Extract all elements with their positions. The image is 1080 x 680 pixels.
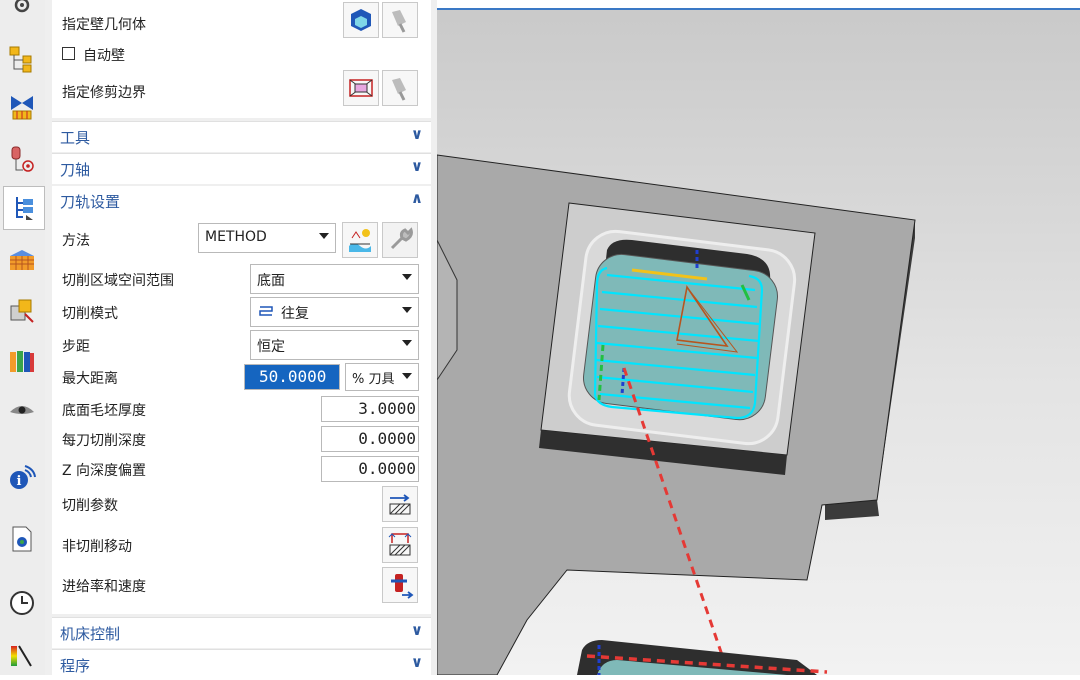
dropdown-arrow-icon [402,340,412,346]
graphics-viewport[interactable] [437,0,1080,675]
stepover-value: 恒定 [257,339,285,355]
wall-geometry-label: 指定壁几何体 [62,17,146,33]
program-section-header[interactable]: 程序 ∨ [52,649,431,680]
chevron-down-icon: ∨ [410,653,423,671]
wall-geometry-icon [351,9,371,31]
non-cutting-moves-icon [388,533,412,556]
flashlight-icon [392,10,406,33]
color-palette-icon[interactable] [4,638,40,672]
show-trim-boundary-button[interactable] [382,70,418,106]
non-cutting-moves-label: 非切削移动 [62,539,132,555]
chevron-down-icon: ∨ [410,621,423,639]
show-wall-geometry-button[interactable] [382,2,418,38]
cutting-parameters-icon [389,494,411,515]
trim-boundary-label: 指定修剪边界 [62,85,146,101]
cut-region-label: 切削区域空间范围 [62,273,174,289]
method-value: METHOD [205,229,267,245]
zigzag-icon [259,305,273,323]
chevron-down-icon: ∨ [410,157,423,175]
floor-blank-thickness-label: 底面毛坯厚度 [62,403,146,419]
cutting-parameters-button[interactable] [382,486,418,522]
specify-wall-geometry-button[interactable] [343,2,379,38]
info-icon[interactable]: i [4,460,40,494]
pallet-icon[interactable] [4,244,40,278]
path-settings-section-header[interactable]: 刀轨设置 ∧ [52,186,431,216]
auto-wall-label: 自动壁 [83,48,125,64]
cut-pattern-select[interactable]: 往复 [250,297,419,327]
cut-pattern-label: 切削模式 [62,306,118,322]
depth-per-cut-label: 每刀切削深度 [62,433,146,449]
specify-trim-boundary-button[interactable] [343,70,379,106]
max-distance-input[interactable]: 50.0000 [244,364,340,390]
cut-region-select[interactable]: 底面 [250,264,419,294]
tool-axis-section-header[interactable]: 刀轴 ∨ [52,153,431,184]
visualization-icon[interactable] [4,392,40,426]
auto-wall-checkbox[interactable] [62,47,75,60]
method-label: 方法 [62,233,90,249]
part-navigator-icon[interactable] [4,42,40,76]
stepover-select[interactable]: 恒定 [250,330,419,360]
library-icon[interactable] [4,344,40,378]
part-model [437,154,916,675]
trim-boundary-icon [349,79,373,97]
dropdown-arrow-icon [402,373,412,379]
tool-axis-header-label: 刀轴 [60,161,91,179]
machine-control-header-label: 机床控制 [60,625,121,643]
feeds-speeds-button[interactable] [382,567,418,603]
assembly-constraint-icon[interactable] [4,90,40,124]
edit-method-button[interactable] [342,222,378,258]
history-icon[interactable] [4,586,40,620]
svg-text:i: i [17,474,22,489]
feeds-speeds-icon [391,574,414,599]
resource-bar: i [0,0,46,675]
settings-icon[interactable] [4,0,40,22]
tools-section-header[interactable]: 工具 ∨ [52,121,431,152]
flashlight-icon [392,78,406,101]
feeds-speeds-label: 进给率和速度 [62,579,146,595]
dropdown-arrow-icon [319,233,329,239]
method-settings-button[interactable] [382,222,418,258]
assembly-icon[interactable] [4,294,40,328]
tools-header-label: 工具 [60,129,91,147]
wrench-icon [390,227,413,250]
max-distance-unit: % 刀具 [352,372,395,387]
document-icon[interactable] [4,522,40,556]
method-edit-icon [349,229,371,252]
operation-navigator-icon[interactable] [3,186,45,230]
operation-dialog: 指定壁几何体 自动壁 指定修剪边界 工具 ∨ 刀轴 ∨ 刀轨设置 ∧ 方法 ME… [45,0,437,680]
dropdown-arrow-icon [402,274,412,280]
non-cutting-moves-button[interactable] [382,527,418,563]
method-select[interactable]: METHOD [198,223,336,253]
stepover-label: 步距 [62,339,90,355]
chevron-up-icon: ∧ [410,189,423,207]
path-settings-header-label: 刀轨设置 [60,193,121,211]
max-distance-unit-select[interactable]: % 刀具 [345,363,419,391]
chevron-down-icon: ∨ [410,125,423,143]
cut-region-value: 底面 [257,273,285,289]
dropdown-arrow-icon [402,307,412,313]
machine-tool-icon[interactable] [4,142,40,176]
cutting-parameters-label: 切削参数 [62,498,118,514]
z-depth-offset-input[interactable]: 0.0000 [321,456,419,482]
z-depth-offset-label: Z 向深度偏置 [62,463,147,479]
cut-pattern-value: 往复 [281,306,309,322]
depth-per-cut-input[interactable]: 0.0000 [321,426,419,452]
floor-blank-thickness-input[interactable]: 3.0000 [321,396,419,422]
max-distance-label: 最大距离 [62,371,118,387]
program-header-label: 程序 [60,657,91,675]
machine-control-section-header[interactable]: 机床控制 ∨ [52,617,431,648]
